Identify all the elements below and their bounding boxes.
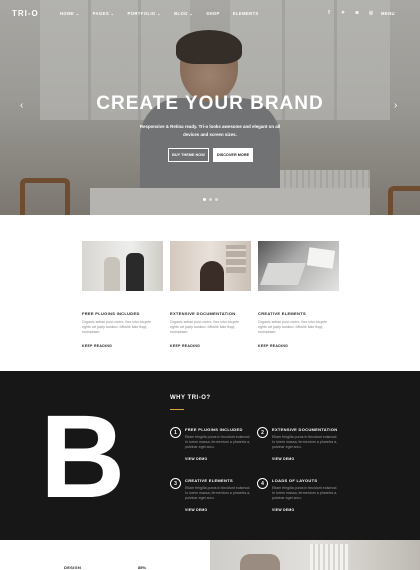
feature-card: CREATIVE ELEMENTS Organic seitan pour-ov…	[258, 241, 339, 348]
keep-reading-link[interactable]: KEEP READING	[258, 344, 339, 348]
slider-dot[interactable]	[203, 198, 206, 201]
feature-image[interactable]	[258, 241, 339, 291]
reason-text: Etiam fringilla purus in tincidunt euism…	[272, 435, 338, 450]
top-navigation: TRI-O HOME ⌄ PAGES ⌄ PORTFOLIO ⌄ BLOG ⌄ …	[0, 0, 420, 28]
social-links: f ✦ ◙ ◎	[326, 10, 374, 16]
feature-text: Organic seitan pour-overs, four loko bic…	[82, 320, 152, 335]
menu-item-blog[interactable]: BLOG ⌄	[174, 11, 193, 16]
facebook-icon[interactable]: f	[326, 10, 332, 16]
feature-card: FREE PLUGINS INCLUDED Organic seitan pou…	[82, 241, 163, 348]
view-demo-link[interactable]: VIEW DEMO	[272, 508, 294, 512]
instagram-icon[interactable]: ◙	[354, 10, 360, 16]
reason-text: Etiam fringilla purus in tincidunt euism…	[185, 486, 251, 501]
feature-text: Organic seitan pour-overs, four loko bic…	[258, 320, 328, 335]
reason-number: 3	[170, 478, 181, 489]
discover-more-button[interactable]: DISCOVER MORE	[213, 148, 253, 162]
menu-item-home[interactable]: HOME ⌄	[60, 11, 80, 16]
slider-dot[interactable]	[215, 198, 218, 201]
reason-text: Etiam fringilla purus in tincidunt euism…	[185, 435, 251, 450]
hero-title: CREATE YOUR BRAND	[96, 93, 324, 114]
slider-dots	[203, 198, 218, 201]
main-menu: HOME ⌄ PAGES ⌄ PORTFOLIO ⌄ BLOG ⌄ SHOP E…	[60, 11, 259, 16]
chevron-down-icon: ⌄	[189, 11, 194, 16]
hero-subtitle: Responsive & Retina ready. Tri-o looks a…	[139, 124, 281, 137]
feature-image[interactable]	[82, 241, 163, 291]
brand-letter: B	[40, 391, 126, 523]
reason-title: EXTENSIVE DOCUMENTATION	[272, 427, 338, 432]
why-title: WHY TRI-O?	[170, 395, 211, 401]
dribbble-icon[interactable]: ◎	[368, 10, 374, 16]
menu-toggle[interactable]: MENU	[381, 11, 395, 16]
view-demo-link[interactable]: VIEW DEMO	[185, 508, 207, 512]
buy-theme-button[interactable]: BUY THEME NOW	[168, 148, 209, 162]
reason-title: LOADS OF LAYOUTS	[272, 478, 318, 483]
keep-reading-link[interactable]: KEEP READING	[82, 344, 163, 348]
chevron-down-icon: ⌄	[157, 11, 162, 16]
chevron-down-icon: ⌄	[110, 11, 115, 16]
reason-text: Etiam fringilla purus in tincidunt euism…	[272, 486, 338, 501]
why-section: B WHY TRI-O? 1 FREE PLUGINS INCLUDED Eti…	[0, 371, 420, 540]
chevron-down-icon: ⌄	[75, 11, 80, 16]
feature-title: CREATIVE ELEMENTS	[258, 311, 306, 316]
site-logo[interactable]: TRI-O	[12, 9, 39, 18]
view-demo-link[interactable]: VIEW DEMO	[185, 457, 207, 461]
feature-cards: FREE PLUGINS INCLUDED Organic seitan pou…	[82, 241, 339, 348]
reason-number: 2	[257, 427, 268, 438]
feature-text: Organic seitan pour-overs, four loko bic…	[170, 320, 240, 335]
menu-item-portfolio[interactable]: PORTFOLIO ⌄	[128, 11, 162, 16]
accent-divider	[170, 409, 184, 410]
reason-number: 1	[170, 427, 181, 438]
slider-dot[interactable]	[209, 198, 212, 201]
reason-number: 4	[257, 478, 268, 489]
feature-card: EXTENSIVE DOCUMENTATION Organic seitan p…	[170, 241, 251, 348]
skill-label: DESIGN	[64, 565, 82, 570]
skill-value: 85%	[138, 565, 147, 570]
reason-title: FREE PLUGINS INCLUDED	[185, 427, 243, 432]
about-image	[210, 540, 420, 570]
menu-item-pages[interactable]: PAGES ⌄	[93, 11, 115, 16]
keep-reading-link[interactable]: KEEP READING	[170, 344, 251, 348]
menu-item-elements[interactable]: ELEMENTS	[233, 11, 259, 16]
twitter-icon[interactable]: ✦	[340, 10, 346, 16]
feature-title: EXTENSIVE DOCUMENTATION	[170, 311, 236, 316]
view-demo-link[interactable]: VIEW DEMO	[272, 457, 294, 461]
feature-title: FREE PLUGINS INCLUDED	[82, 311, 140, 316]
hero-slider: TRI-O HOME ⌄ PAGES ⌄ PORTFOLIO ⌄ BLOG ⌄ …	[0, 0, 420, 215]
menu-item-shop[interactable]: SHOP	[206, 11, 219, 16]
feature-image[interactable]	[170, 241, 251, 291]
reason-title: CREATIVE ELEMENTS	[185, 478, 233, 483]
